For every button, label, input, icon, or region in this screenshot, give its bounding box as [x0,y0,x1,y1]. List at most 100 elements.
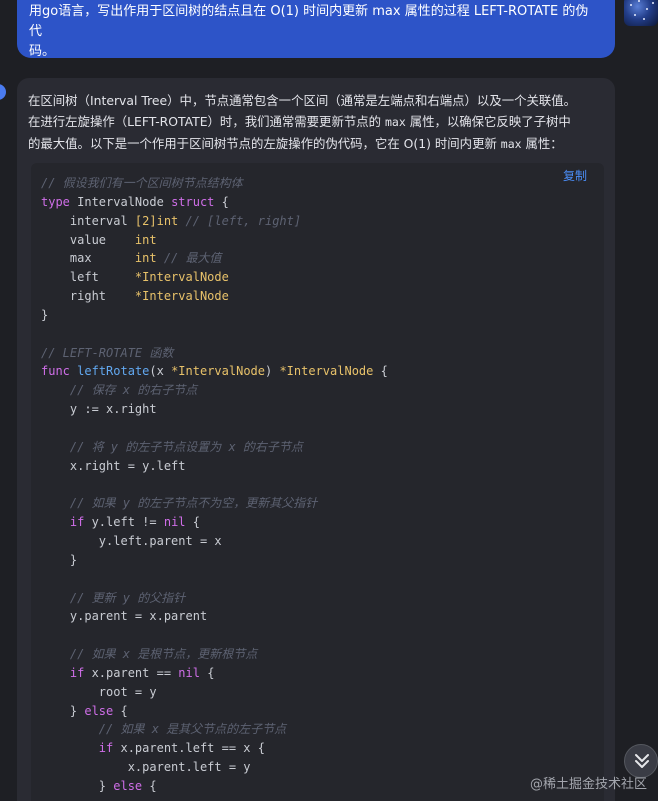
code-token: { [142,779,157,793]
code-token: int [134,232,157,247]
code-line: // 假设我们有一个区间树节点结构体 [41,174,388,193]
code-line: interval [2]int // [left, right] [41,212,388,231]
code-line: } else { [41,702,388,721]
code-line: if x.parent.left == x { [41,739,388,758]
intro-text: 在进行左旋操作（LEFT-ROTATE）时，我们通常需要更新节点的 [28,114,385,129]
intro-line: 的最大值。以下是一个作用于区间树节点的左旋操作的伪代码，它在 O(1) 时间内更… [28,133,606,155]
code-token: y.parent = x.parent [41,609,208,624]
code-token: (x [149,364,172,379]
code-token: if [69,515,85,530]
code-token: if [69,665,85,680]
code-line: // LEFT-ROTATE 函数 [41,344,388,363]
code-token: leftRotate [77,364,150,379]
code-line: x.right = y.left [41,457,388,476]
code-line: left *IntervalNode [41,268,388,287]
assistant-avatar [0,84,6,100]
code-token: { [185,515,200,530]
code-line: type IntervalNode struct { [41,193,388,212]
code-line: // 保存 x 的右子节点 [41,381,388,400]
code-line: // 将 y 的左子节点设置为 x 的右子节点 [41,438,388,457]
code-token: int [134,251,157,266]
code-token: { [214,194,229,209]
code-line: // 如果 x 是其父节点的左子节点 [41,720,388,739]
code-token: y := x.right [41,402,157,417]
code-token: // 最大值 [156,251,222,266]
code-token: x.parent.left == x { [113,741,265,756]
intro-text: 的最大值。以下是一个作用于区间树节点的左旋操作的伪代码，它在 O(1) 时间内更… [28,136,501,151]
user-avatar[interactable] [624,0,658,26]
code-token: y.left != [84,515,164,530]
code-token: *IntervalNode [134,270,229,285]
code-token: } [41,703,85,718]
code-token: [2]int [134,213,179,228]
code-token: if [98,741,114,756]
code-line: } [41,306,388,325]
intro-line: 在区间树（Interval Tree）中，节点通常包含一个区间（通常是左端点和右… [28,90,606,111]
code-line: // 更新 y 的父指针 [41,589,388,608]
code-line: y := x.right [41,400,388,419]
code-token: else [84,703,114,718]
code-token: type [41,194,70,209]
code-token: IntervalNode [69,194,172,209]
code-token: value [41,232,135,247]
code-token: *IntervalNode [171,364,265,379]
code-token: struct [171,194,215,209]
intro-line: 在进行左旋操作（LEFT-ROTATE）时，我们通常需要更新节点的 max 属性… [28,111,606,133]
code-token: x.parent == [84,665,179,680]
code-token: // 将 y 的左子节点设置为 x 的右子节点 [41,439,303,454]
watermark: @稀土掘金技术社区 [530,777,648,792]
code-token: { [113,703,128,718]
scroll-to-bottom-button[interactable] [624,744,658,778]
code-token: { [199,665,215,680]
code-token: *IntervalNode [134,289,229,304]
code-token: } [41,552,78,567]
code-line: y.parent = x.parent [41,607,388,626]
inline-code: max [384,115,406,129]
code-token: // LEFT-ROTATE 函数 [41,345,174,360]
chat-page: 用go语言，写出作用于区间树的结点且在 O(1) 时间内更新 max 属性的过程… [0,0,658,801]
code-token: y.left.parent = x [41,534,222,549]
code-token: } [41,307,49,322]
user-message-bubble: 用go语言，写出作用于区间树的结点且在 O(1) 时间内更新 max 属性的过程… [17,0,615,59]
code-token: nil [163,515,186,530]
code-content: // 假设我们有一个区间树节点结构体 type IntervalNode stru… [41,174,388,796]
code-line: if y.left != nil { [41,513,388,532]
code-line: value int [41,231,388,250]
inline-code: max [500,137,522,151]
code-token: left [41,270,135,285]
code-token: *IntervalNode [279,364,374,379]
intro-text: 属性，以确保它反映了子树中 [405,114,571,129]
intro-text: 属性： [521,136,563,151]
code-token: // 如果 x 是根节点，更新根节点 [41,647,258,662]
code-line: root = y [41,683,388,702]
code-line: // 如果 y 的左子节点不为空，更新其父指针 [41,494,388,513]
code-token: // [left, right] [178,213,302,228]
double-chevron-down-icon [635,754,649,768]
code-token: ) [265,364,280,379]
code-token: interval [41,213,135,228]
code-token: x.right = y.left [41,458,186,473]
code-line: right *IntervalNode [41,287,388,306]
code-token: // 假设我们有一个区间树节点结构体 [41,176,243,190]
code-token: // 如果 y 的左子节点不为空，更新其父指针 [41,496,318,511]
code-token: // 如果 x 是其父节点的左子节点 [41,722,287,737]
code-line: } [41,551,388,570]
code-line: x.parent.left = y [41,758,388,777]
copy-button[interactable]: 复制 [563,168,587,184]
code-token: // 更新 y 的父指针 [41,590,186,605]
code-line: if x.parent == nil { [41,664,388,683]
user-message-line: 用go语言，写出作用于区间树的结点且在 O(1) 时间内更新 max 属性的过程… [29,4,589,39]
code-token: // 保存 x 的右子节点 [41,383,198,398]
code-token: root = y [41,684,157,699]
code-token: max [41,251,135,266]
user-message-line: 码。 [29,44,56,59]
code-token: nil [178,665,200,680]
